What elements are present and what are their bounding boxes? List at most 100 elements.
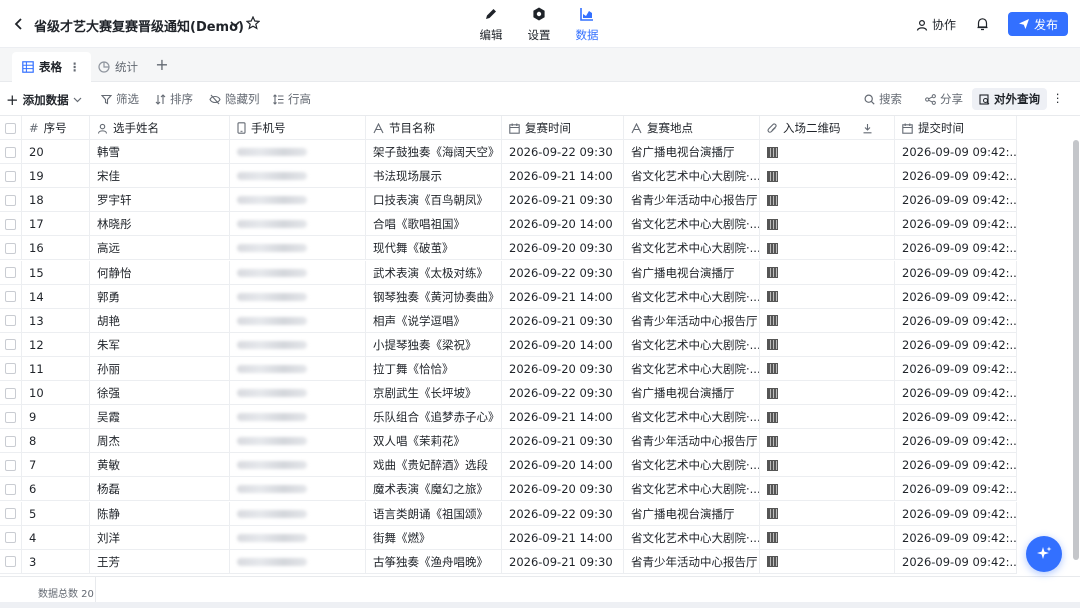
contestant-name-cell[interactable]: 何静怡	[90, 260, 230, 285]
checkbox[interactable]	[5, 146, 16, 158]
submitted-time-cell[interactable]: 2026-09-09 09:42:...	[895, 356, 1017, 381]
row-number-cell[interactable]: 15	[22, 260, 90, 285]
contestant-name-cell[interactable]: 高远	[90, 236, 230, 261]
phone-cell[interactable]	[230, 453, 366, 478]
phone-cell[interactable]	[230, 332, 366, 357]
semifinal-venue-cell[interactable]: 省文化艺术中心大剧院·...	[624, 284, 760, 309]
contestant-name-cell[interactable]: 朱军	[90, 332, 230, 357]
semifinal-time-cell[interactable]: 2026-09-21 09:30	[502, 188, 624, 213]
add-view-icon[interactable]: +	[154, 56, 170, 74]
program-name-cell[interactable]: 书法现场展示	[366, 164, 502, 189]
row-number-cell[interactable]: 6	[22, 477, 90, 502]
table-row[interactable]: 9 吴霞 乐队组合《追梦赤子心》 2026-09-21 14:00 省文化艺术中心大剧院…	[0, 405, 1017, 430]
column-header-submitted[interactable]: 提交时间	[895, 116, 1017, 140]
checkbox[interactable]	[5, 315, 16, 327]
checkbox[interactable]	[5, 170, 16, 182]
program-name-cell[interactable]: 口技表演《百鸟朝凤》	[366, 188, 502, 213]
qrcode-cell[interactable]	[760, 429, 895, 454]
checkbox[interactable]	[5, 532, 16, 544]
download-icon[interactable]	[862, 123, 873, 134]
row-select-cell[interactable]	[0, 260, 22, 285]
semifinal-time-cell[interactable]: 2026-09-20 14:00	[502, 212, 624, 237]
share-button[interactable]: 分享	[925, 91, 963, 107]
qrcode-cell[interactable]	[760, 549, 895, 574]
column-header-no[interactable]: # 序号	[22, 116, 90, 140]
contestant-name-cell[interactable]: 吴霞	[90, 405, 230, 430]
table-row[interactable]: 8 周杰 双人唱《茉莉花》 2026-09-21 09:30 省青少年活动中心报告厅 20…	[0, 429, 1017, 454]
checkbox[interactable]	[5, 218, 16, 230]
semifinal-venue-cell[interactable]: 省文化艺术中心大剧院·...	[624, 477, 760, 502]
semifinal-time-cell[interactable]: 2026-09-20 14:00	[502, 453, 624, 478]
row-number-cell[interactable]: 5	[22, 501, 90, 526]
row-select-cell[interactable]	[0, 308, 22, 333]
semifinal-time-cell[interactable]: 2026-09-21 14:00	[502, 525, 624, 550]
row-select-cell[interactable]	[0, 429, 22, 454]
qrcode-thumbnail[interactable]	[767, 532, 778, 544]
semifinal-time-cell[interactable]: 2026-09-21 09:30	[502, 549, 624, 574]
row-number-cell[interactable]: 4	[22, 525, 90, 550]
semifinal-venue-cell[interactable]: 省广播电视台演播厅	[624, 501, 760, 526]
submitted-time-cell[interactable]: 2026-09-09 09:42:...	[895, 260, 1017, 285]
collaborate-button[interactable]: 协作	[916, 16, 956, 33]
contestant-name-cell[interactable]: 郭勇	[90, 284, 230, 309]
submitted-time-cell[interactable]: 2026-09-09 09:42:...	[895, 164, 1017, 189]
qrcode-cell[interactable]	[760, 381, 895, 405]
row-number-cell[interactable]: 20	[22, 140, 90, 164]
row-select-cell[interactable]	[0, 236, 22, 261]
qrcode-thumbnail[interactable]	[767, 508, 778, 519]
column-header-name[interactable]: 选手姓名	[90, 116, 230, 140]
semifinal-time-cell[interactable]: 2026-09-21 14:00	[502, 284, 624, 309]
qrcode-thumbnail[interactable]	[767, 315, 778, 327]
table-row[interactable]: 18 罗宇轩 口技表演《百鸟朝凤》 2026-09-21 09:30 省青少年活动中心报…	[0, 188, 1017, 213]
qrcode-cell[interactable]	[760, 477, 895, 502]
contestant-name-cell[interactable]: 刘洋	[90, 525, 230, 550]
row-number-cell[interactable]: 17	[22, 212, 90, 237]
row-number-cell[interactable]: 11	[22, 356, 90, 381]
semifinal-time-cell[interactable]: 2026-09-22 09:30	[502, 140, 624, 164]
semifinal-venue-cell[interactable]: 省文化艺术中心大剧院·...	[624, 164, 760, 189]
row-select-cell[interactable]	[0, 140, 22, 164]
submitted-time-cell[interactable]: 2026-09-09 09:42:...	[895, 188, 1017, 213]
row-select-cell[interactable]	[0, 356, 22, 381]
tab-stats-view[interactable]: 统计	[88, 52, 148, 82]
program-name-cell[interactable]: 双人唱《茉莉花》	[366, 429, 502, 454]
checkbox[interactable]	[5, 363, 16, 375]
column-header-qrcode[interactable]: 入场二维码	[760, 116, 895, 140]
table-row[interactable]: 6 杨磊 魔术表演《魔幻之旅》 2026-09-20 09:30 省文化艺术中心大剧院·…	[0, 477, 1017, 502]
semifinal-time-cell[interactable]: 2026-09-22 09:30	[502, 260, 624, 285]
qrcode-cell[interactable]	[760, 284, 895, 309]
checkbox[interactable]	[5, 122, 16, 134]
semifinal-time-cell[interactable]: 2026-09-22 09:30	[502, 501, 624, 526]
table-row[interactable]: 10 徐强 京剧武生《长坪坡》 2026-09-22 09:30 省广播电视台演播厅 20…	[0, 381, 1017, 405]
submitted-time-cell[interactable]: 2026-09-09 09:42:...	[895, 453, 1017, 478]
submitted-time-cell[interactable]: 2026-09-09 09:42:...	[895, 405, 1017, 430]
semifinal-venue-cell[interactable]: 省文化艺术中心大剧院·...	[624, 236, 760, 261]
qrcode-cell[interactable]	[760, 356, 895, 381]
program-name-cell[interactable]: 钢琴独奏《黄河协奏曲》	[366, 284, 502, 309]
program-name-cell[interactable]: 现代舞《破茧》	[366, 236, 502, 261]
row-number-cell[interactable]: 9	[22, 405, 90, 430]
semifinal-venue-cell[interactable]: 省青少年活动中心报告厅	[624, 188, 760, 213]
table-row[interactable]: 15 何静怡 武术表演《太极对练》 2026-09-22 09:30 省广播电视台演播厅…	[0, 260, 1017, 285]
checkbox[interactable]	[5, 508, 16, 519]
qrcode-cell[interactable]	[760, 260, 895, 285]
row-select-cell[interactable]	[0, 212, 22, 237]
checkbox[interactable]	[5, 291, 16, 303]
ai-assistant-button[interactable]	[1026, 536, 1062, 572]
row-select-cell[interactable]	[0, 405, 22, 430]
phone-cell[interactable]	[230, 356, 366, 381]
qrcode-thumbnail[interactable]	[767, 435, 778, 447]
sort-button[interactable]: 排序	[155, 91, 193, 107]
row-number-cell[interactable]: 7	[22, 453, 90, 478]
table-row[interactable]: 11 孙丽 拉丁舞《恰恰》 2026-09-20 09:30 省文化艺术中心大剧院·..…	[0, 356, 1017, 381]
row-number-cell[interactable]: 18	[22, 188, 90, 213]
row-select-cell[interactable]	[0, 188, 22, 213]
submitted-time-cell[interactable]: 2026-09-09 09:42:...	[895, 549, 1017, 574]
checkbox[interactable]	[5, 242, 16, 254]
semifinal-venue-cell[interactable]: 省青少年活动中心报告厅	[624, 549, 760, 574]
phone-cell[interactable]	[230, 236, 366, 261]
semifinal-time-cell[interactable]: 2026-09-20 14:00	[502, 332, 624, 357]
qrcode-thumbnail[interactable]	[767, 291, 778, 303]
checkbox[interactable]	[5, 411, 16, 423]
column-header-venue[interactable]: 复赛地点	[624, 116, 760, 140]
